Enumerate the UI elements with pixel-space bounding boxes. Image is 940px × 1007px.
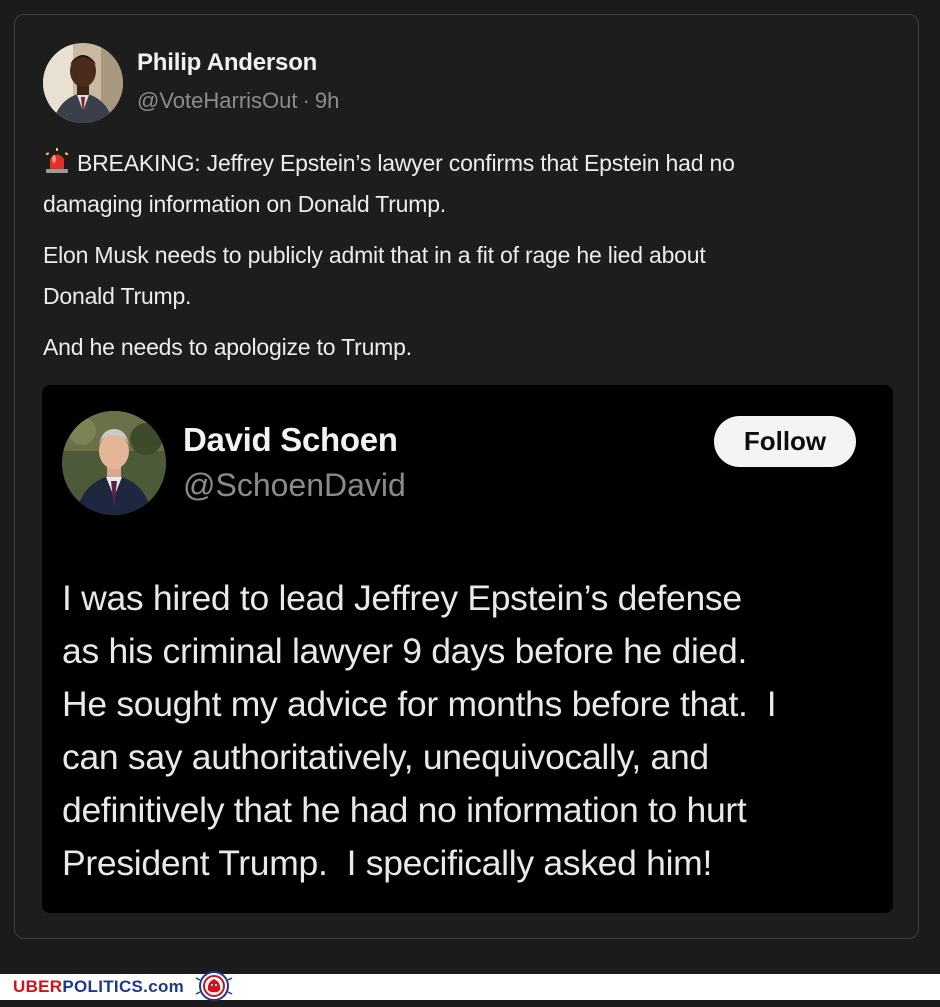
embed-author-handle[interactable]: @SchoenDavid	[183, 467, 406, 504]
embed-avatar-photo	[62, 411, 166, 515]
post-p2-line2: Donald Trump.	[43, 283, 192, 309]
author-meta: @VoteHarrisOut · 9h	[137, 88, 339, 114]
post-paragraph-2: Elon Musk needs to publicly admit that i…	[43, 235, 883, 317]
avatar-photo	[43, 43, 123, 123]
watermark-text[interactable]: UBERPOLITICS.com	[13, 977, 184, 997]
post-p3-line1: And he needs to apologize to Trump.	[43, 334, 412, 360]
author-name[interactable]: Philip Anderson	[137, 49, 317, 77]
meta-separator: ·	[302, 88, 310, 113]
post-p1-line2: damaging information on Donald Trump.	[43, 191, 446, 217]
embed-author-name[interactable]: David Schoen	[183, 421, 398, 459]
post-p1-line1: BREAKING: Jeffrey Epstein’s lawyer confi…	[77, 150, 735, 176]
embed-text: I was hired to lead Jeffrey Epstein’s de…	[62, 572, 882, 890]
embed-author-avatar[interactable]	[62, 411, 166, 515]
post-card: Philip Anderson @VoteHarrisOut · 9h BREAKI…	[14, 14, 919, 939]
embed-text-line: President Trump. I specifically asked hi…	[62, 843, 713, 883]
embedded-post[interactable]: David Schoen @SchoenDavid Follow I was h…	[42, 385, 893, 913]
author-handle[interactable]: @VoteHarrisOut	[137, 88, 298, 113]
watermark-part-domain: .com	[143, 977, 185, 996]
watermark-part-uber: UBER	[13, 977, 63, 996]
siren-icon	[43, 146, 71, 173]
post-paragraph-1: BREAKING: Jeffrey Epstein’s lawyer confi…	[43, 143, 883, 225]
watermark-part-politics: POLITICS	[62, 977, 144, 996]
post-paragraph-3: And he needs to apologize to Trump.	[43, 327, 883, 368]
watermark-bar: UBERPOLITICS.com	[0, 971, 940, 1001]
embed-text-line: can say authoritatively, unequivocally, …	[62, 737, 709, 777]
embed-text-line: definitively that he had no information …	[62, 790, 747, 830]
post-body: BREAKING: Jeffrey Epstein’s lawyer confi…	[43, 143, 883, 378]
post-p2-line1: Elon Musk needs to publicly admit that i…	[43, 242, 706, 268]
embed-text-line: I was hired to lead Jeffrey Epstein’s de…	[62, 578, 742, 618]
lion-seal-icon	[193, 970, 235, 1002]
embed-text-line: as his criminal lawyer 9 days before he …	[62, 631, 748, 671]
post-time[interactable]: 9h	[315, 88, 339, 113]
follow-button[interactable]: Follow	[714, 416, 856, 467]
embed-text-line: He sought my advice for months before th…	[62, 684, 777, 724]
author-avatar[interactable]	[43, 43, 123, 123]
